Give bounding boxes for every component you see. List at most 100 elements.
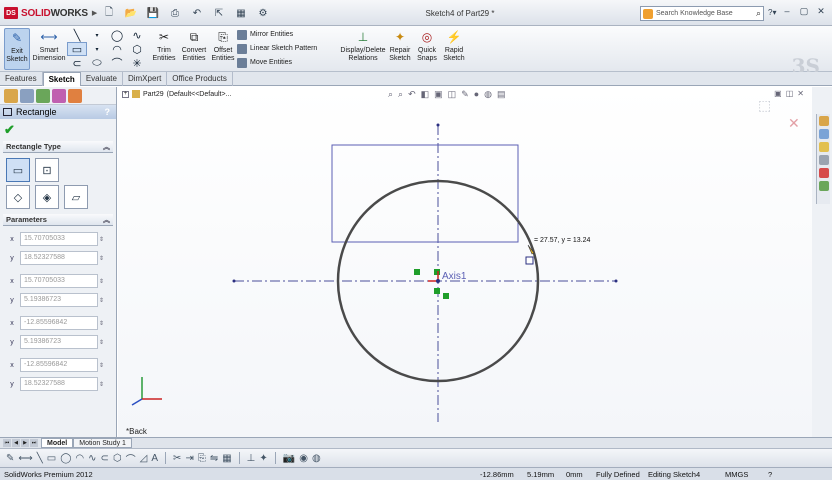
restore-button[interactable]: ▢ [797,6,811,18]
relations-icon[interactable]: ⊥ [247,453,256,464]
circle-icon[interactable]: ◯ [60,453,71,464]
spinner-icon[interactable]: ⇕ [99,362,105,369]
midpoint-relation-icon[interactable] [443,293,449,299]
sketch-icon[interactable]: ✎ [6,453,14,464]
search-icon[interactable]: ⌕ [756,8,763,19]
status-help-icon[interactable]: ? [768,470,772,479]
select-icon[interactable]: ⇱ [210,6,228,20]
extend-icon[interactable]: ⇥ [185,453,193,464]
polygon-icon[interactable]: ⬡ [127,42,147,56]
options-icon[interactable]: ⚙ [254,6,272,20]
mirror-entities-button[interactable]: Mirror Entities [237,28,337,41]
centerline-endpoint[interactable] [436,123,440,127]
search-results-icon[interactable] [818,155,829,165]
solidworks-logo[interactable]: DS SOLIDWORKS ▶ [4,6,97,20]
ellipse-icon[interactable]: ⬭ [87,56,107,70]
quick-snaps-button[interactable]: ◎ Quick Snaps [415,28,439,70]
point1-x-field[interactable]: 15.70705033 [20,232,98,246]
tab-office-products[interactable]: Office Products [167,72,233,86]
sketch-origin[interactable] [436,279,440,283]
sketch-canvas[interactable]: Axis1 = 27.57, y = 13.24 [118,87,812,437]
polygon-icon[interactable]: ⬡ [113,453,122,464]
move-entities-button[interactable]: Move Entities [237,56,337,69]
parameters-section[interactable]: Parameters ︽ [3,214,113,226]
vertical-relation-icon[interactable] [434,269,440,275]
linear-sketch-pattern-button[interactable]: Linear Sketch Pattern [237,42,337,55]
rectangle-icon[interactable]: ▭ [67,42,87,56]
print-icon[interactable]: ⎙ [166,6,184,20]
property-manager-icon[interactable] [20,89,34,103]
next-tab-icon[interactable]: ▶ [21,439,29,447]
coincident-relation-icon[interactable] [434,288,440,294]
help-icon[interactable]: ?▾ [768,8,776,17]
last-tab-icon[interactable]: ⏭ [30,439,38,447]
center-rectangle-icon[interactable]: ⊡ [35,158,59,182]
design-library-icon[interactable] [818,129,829,139]
centerline-endpoint[interactable] [232,279,236,283]
open-icon[interactable]: 📂 [122,6,140,20]
smart-dimension-icon[interactable]: ⟷ [18,453,32,464]
display-manager-icon[interactable] [68,89,82,103]
prev-tab-icon[interactable]: ◀ [12,439,20,447]
point2-x-field[interactable]: 15.70705033 [20,274,98,288]
close-button[interactable]: ✕ [814,6,828,18]
point3-x-field[interactable]: -12.85596842 [20,316,98,330]
camera-icon[interactable]: 📷 [283,453,295,464]
feature-manager-icon[interactable] [4,89,18,103]
repair-icon[interactable]: ✦ [259,453,267,464]
spline-icon[interactable]: ∿ [127,28,147,42]
rebuild-icon[interactable]: ▦ [232,6,250,20]
display-delete-relations-button[interactable]: ⊥ Display/Delete Relations [340,28,386,70]
status-units[interactable]: MMGS [725,470,748,479]
collapse-chevron-icon[interactable]: ︽ [103,142,110,152]
rapid-sketch-button[interactable]: ⚡ Rapid Sketch [442,28,466,70]
line-icon[interactable]: ╲ [67,28,87,42]
point3-y-field[interactable]: 5.19386723 [20,335,98,349]
mirror-icon[interactable]: ⇋ [210,453,218,464]
text-icon[interactable]: A [151,453,158,464]
line-dropdown-icon[interactable]: ▾ [87,28,107,42]
3point-corner-rectangle-icon[interactable]: ◇ [6,185,30,209]
spline-icon[interactable]: ∿ [88,453,96,464]
spinner-icon[interactable]: ⇕ [99,278,105,285]
rectangle-entity[interactable] [331,144,519,243]
new-document-icon[interactable]: 🗋 [100,6,118,20]
configuration-manager-icon[interactable] [36,89,50,103]
corner-rectangle-icon[interactable]: ▭ [6,158,30,182]
point2-y-field[interactable]: 5.19386723 [20,293,98,307]
file-explorer-icon[interactable] [818,142,829,152]
save-icon[interactable]: 💾 [144,6,162,20]
trim-entities-button[interactable]: ✂ Trim Entities [150,28,178,70]
parallelogram-icon[interactable]: ▱ [64,185,88,209]
spinner-icon[interactable]: ⇕ [99,339,105,346]
spinner-icon[interactable]: ⇕ [99,381,105,388]
point-icon[interactable]: ✳ [127,56,147,70]
spinner-icon[interactable]: ⇕ [99,297,105,304]
search-knowledge-base[interactable]: Search Knowledge Base ⌕ [640,6,764,21]
tab-motion-study[interactable]: Motion Study 1 [73,438,132,448]
slot-icon[interactable]: ⊂ [67,56,87,70]
trim-icon[interactable]: ✂ [173,453,181,464]
smart-dimension-button[interactable]: ⟷ Smart Dimension [32,28,65,70]
tab-evaluate[interactable]: Evaluate [81,72,123,86]
solidworks-resources-icon[interactable] [818,116,829,126]
convert-entities-button[interactable]: ⧉ Convert Entities [179,28,209,70]
custom-properties-icon[interactable] [818,181,829,191]
line-icon[interactable]: ╲ [37,453,43,464]
tab-sketch[interactable]: Sketch [42,72,81,86]
rectangle-dropdown-icon[interactable]: ▾ [87,42,107,56]
horizontal-relation-icon[interactable] [414,269,420,275]
pattern-icon[interactable]: ▦ [222,453,231,464]
offset-icon[interactable]: ⎘ [198,453,206,464]
fillet-icon[interactable]: ⌒ [126,451,136,466]
first-tab-icon[interactable]: ⏮ [3,439,11,447]
slot-icon[interactable]: ⊂ [101,453,109,464]
help-button[interactable]: ? [105,107,111,117]
tab-dimxpert[interactable]: DimXpert [123,72,168,86]
point4-x-field[interactable]: -12.85596842 [20,358,98,372]
3point-center-rectangle-icon[interactable]: ◈ [35,185,59,209]
centerline-endpoint[interactable] [614,279,618,283]
scene-icon[interactable]: ◍ [312,453,321,464]
repair-sketch-button[interactable]: ✦ Repair Sketch [388,28,412,70]
dimxpert-manager-icon[interactable] [52,89,66,103]
